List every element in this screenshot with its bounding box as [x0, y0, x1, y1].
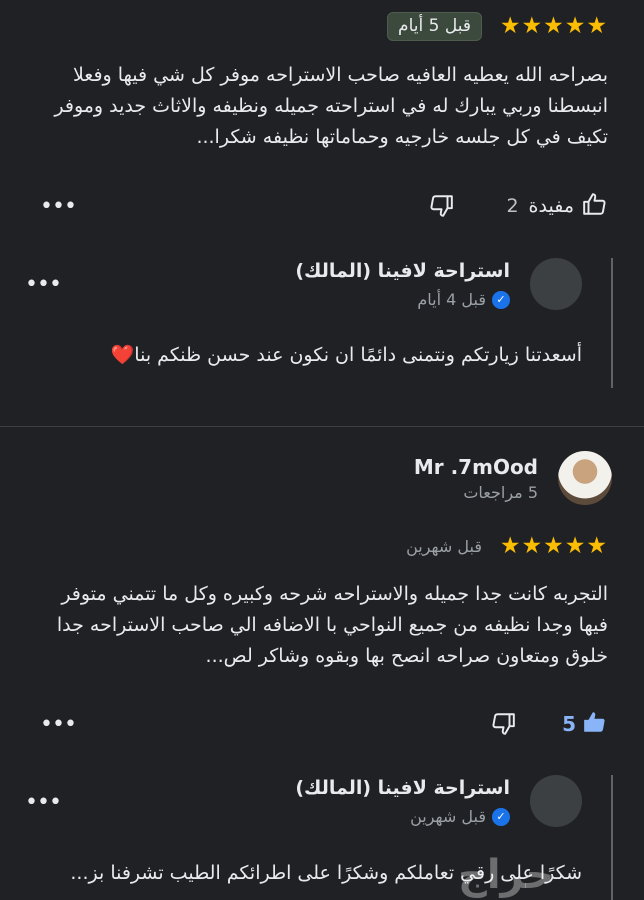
thumbs-up-icon — [582, 709, 608, 739]
dislike-button[interactable] — [490, 709, 516, 743]
review-time-badge: قبل 5 أيام — [387, 12, 482, 41]
avatar — [530, 258, 582, 310]
more-options-icon[interactable]: ••• — [25, 274, 62, 296]
verified-icon: ✓ — [492, 290, 510, 309]
helpful-count: 5 — [562, 712, 576, 736]
review-time: قبل شهرين — [406, 537, 482, 556]
more-options-icon[interactable]: ••• — [25, 792, 62, 814]
reply-indicator — [611, 775, 613, 900]
watermark-logo: حراج — [458, 852, 555, 898]
dislike-button[interactable] — [428, 191, 454, 225]
author-name[interactable]: Mr .7mOod — [414, 455, 538, 479]
helpful-count: 2 — [506, 195, 519, 217]
thumbs-down-icon — [490, 711, 516, 741]
owner-name: استراحة لافينا (المالك) — [295, 260, 510, 282]
thumbs-down-icon — [428, 193, 454, 223]
review-text[interactable]: بصراحه الله يعطيه العافيه صاحب الاستراحه… — [28, 60, 608, 153]
rating-stars: ★★★★★ — [499, 13, 608, 39]
thumbs-up-icon — [582, 191, 608, 221]
avatar — [530, 775, 582, 827]
owner-name: استراحة لافينا (المالك) — [295, 777, 510, 799]
reply-time-label: قبل شهرين — [410, 807, 486, 826]
helpful-label: مفيدة — [528, 195, 574, 217]
rating-stars: ★★★★★ — [499, 533, 608, 559]
avatar[interactable] — [558, 451, 612, 505]
review-text[interactable]: التجربه كانت جدا جميله والاستراحه شرحه و… — [28, 579, 608, 672]
reply-time: ✓ قبل 4 أيام — [417, 290, 510, 309]
reply-time: ✓ قبل شهرين — [410, 807, 510, 826]
author-review-count: 5 مراجعات — [463, 483, 538, 502]
more-options-icon[interactable]: ••• — [40, 714, 77, 736]
reply-time-label: قبل 4 أيام — [417, 290, 486, 309]
divider — [0, 426, 644, 427]
like-button[interactable]: مفيدة 2 — [506, 189, 608, 223]
reply-text: أسعدتنا زيارتكم ونتمنى دائمًا ان نكون عن… — [110, 344, 582, 366]
verified-icon: ✓ — [492, 807, 510, 826]
reply-indicator — [611, 258, 613, 388]
more-options-icon[interactable]: ••• — [40, 196, 77, 218]
like-button[interactable]: 5 — [562, 707, 608, 741]
